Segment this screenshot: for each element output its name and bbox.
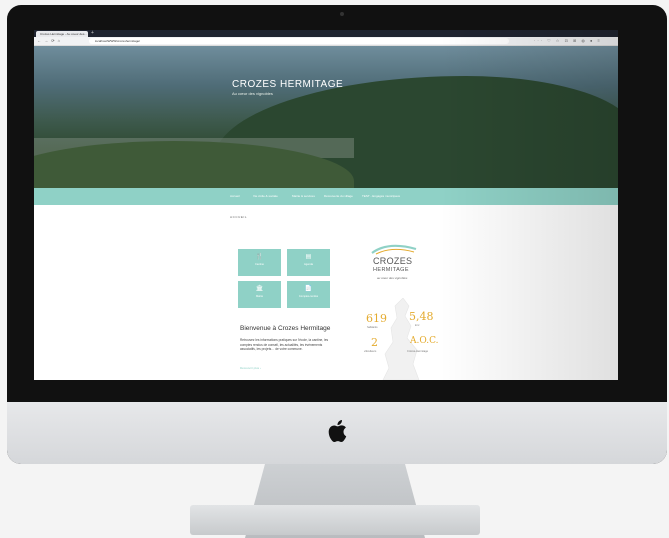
tile-comptes-rendus[interactable]: 📄 Comptes-rendus <box>287 281 330 308</box>
read-more-link[interactable]: Découvrir plus › <box>240 366 261 370</box>
site-tagline: Au cœur des vignobles <box>232 91 273 96</box>
tile-label: Comptes-rendus <box>298 295 319 298</box>
menu-item-vie-civile[interactable]: Vie civile & sociale <box>253 188 278 205</box>
stat-value-superficie: 5,48 <box>409 310 434 323</box>
tile-agenda[interactable]: ▤ Agenda <box>287 249 330 276</box>
tile-label: Cantine <box>255 263 264 266</box>
stat-value-viticulteurs: 2 <box>371 336 378 349</box>
stat-label-superficie: km² <box>415 324 420 327</box>
tile-cantine[interactable]: 🍴 Cantine <box>238 249 281 276</box>
tile-label: Mairie <box>255 295 264 298</box>
logo-swoosh-icon <box>371 244 417 255</box>
logo-tagline: au cœur des vignobles <box>377 276 408 280</box>
welcome-text: Retrouvez les informations pratiques sur… <box>240 338 329 352</box>
menu-item-test[interactable]: TEST - Engagés municipaux <box>362 188 400 205</box>
screen: Crozes Hermitage - Au coeur des... + ← →… <box>34 30 618 380</box>
stat-value-aoc: A.O.C. <box>410 336 439 346</box>
logo-text-crozes: CROZES <box>373 256 413 266</box>
fork-knife-icon: 🍴 <box>255 254 264 260</box>
main-menu: Accueil Vie civile & sociale Mairie & se… <box>34 188 618 205</box>
stat-value-habitants: 619 <box>366 312 387 325</box>
logo-text-hermitage: HERMITAGE <box>373 267 409 273</box>
new-tab-button[interactable]: + <box>91 31 96 36</box>
menu-item-mairie[interactable]: Mairie & services <box>292 188 315 205</box>
monitor-stand-base <box>190 505 480 535</box>
calendar-icon: ▤ <box>305 254 312 260</box>
navigation-buttons[interactable]: ← → ⟳ ⌂ <box>37 37 61 45</box>
document-icon: 📄 <box>304 286 313 292</box>
tile-label: Agenda <box>304 263 313 266</box>
building-icon: 🏛 <box>255 286 264 292</box>
menu-item-decouverte[interactable]: Découverte du village <box>324 188 353 205</box>
site-title[interactable]: CROZES HERMITAGE <box>232 79 343 90</box>
hero-banner: CROZES HERMITAGE Au cœur des vignobles <box>34 46 618 188</box>
menu-item-accueil[interactable]: Accueil <box>230 188 240 205</box>
welcome-title: Bienvenue à Crozes Hermitage <box>240 325 331 332</box>
stat-label-aoc: Crozes-Hermitage <box>407 350 429 353</box>
address-bar[interactable]: localhost/WWW/crozeshermitage/ <box>89 38 509 44</box>
breadcrumb: ACCUEIL <box>230 215 248 219</box>
stat-label-viticulteurs: viticulteurs <box>364 350 377 353</box>
stat-label-habitants: habitants <box>367 326 378 329</box>
tile-mairie[interactable]: 🏛 Mairie <box>238 281 281 308</box>
toolbar-icons[interactable]: ··· ♡ ☆ ⊡ ⊞ ◍ ● ≡ <box>534 37 602 45</box>
browser-tab-bar <box>34 30 618 37</box>
camera-icon <box>340 12 344 16</box>
apple-logo-icon <box>328 420 347 442</box>
